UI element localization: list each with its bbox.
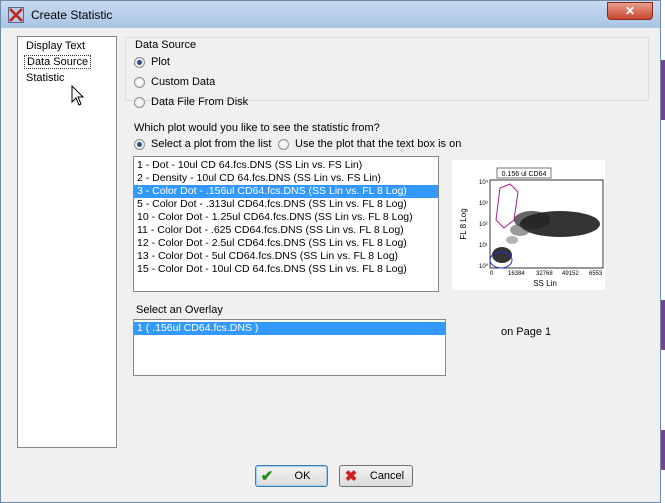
- radio-use-textbox-plot-label: Use the plot that the text box is on: [295, 138, 462, 150]
- preview-title: 0.156 ul CD64: [502, 171, 547, 178]
- plot-list-item[interactable]: 2 - Density - 10ul CD 64.fcs.DNS (SS Lin…: [134, 172, 438, 185]
- dialog-body: Display Text Data Source Statistic Data …: [9, 29, 654, 497]
- radio-select-from-list-label: Select a plot from the list: [151, 138, 272, 150]
- checkmark-icon: ✔: [260, 468, 274, 485]
- background-stripe: [661, 300, 665, 350]
- x-axis-label: SS Lin: [533, 279, 557, 288]
- y-tick-label: 10⁴: [479, 179, 489, 186]
- radio-custom-data-label: Custom Data: [151, 76, 216, 88]
- y-tick-label: 10¹: [479, 243, 488, 249]
- x-tick-label: 0: [490, 271, 494, 277]
- close-button[interactable]: ✕: [607, 2, 653, 20]
- x-tick-label: 32768: [536, 271, 553, 277]
- y-tick-label: 10³: [479, 201, 488, 207]
- close-icon: ✕: [624, 4, 636, 18]
- title-bar[interactable]: Create Statistic ✕: [1, 1, 660, 28]
- plot-list-item[interactable]: 5 - Color Dot - .313ul CD64.fcs.DNS (SS …: [134, 198, 438, 211]
- plot-preview: 0.156 ul CD64 10⁴ 10³ 10² 10¹ 10⁰ 0 1638…: [452, 160, 605, 290]
- radio-data-file-indicator[interactable]: [134, 96, 145, 108]
- cancel-button-label: Cancel: [369, 470, 405, 482]
- radio-custom-data-indicator[interactable]: [134, 76, 145, 88]
- cancel-button[interactable]: ✖ Cancel: [339, 465, 413, 487]
- radio-select-from-list-indicator[interactable]: [134, 138, 145, 150]
- create-statistic-dialog: Create Statistic ✕ Display Text Data Sou…: [0, 0, 661, 503]
- window-title: Create Statistic: [31, 8, 113, 22]
- mouse-cursor-icon: [71, 85, 85, 106]
- data-source-group-title: Data Source: [134, 39, 198, 51]
- nav-item-statistic[interactable]: Statistic: [24, 72, 67, 84]
- radio-use-textbox-plot-indicator[interactable]: [278, 138, 289, 150]
- radio-plot-label: Plot: [151, 56, 170, 68]
- radio-custom-data[interactable]: Custom Data: [134, 76, 215, 88]
- plot-list-item[interactable]: 11 - Color Dot - .625 CD64.fcs.DNS (SS L…: [134, 224, 438, 237]
- overlay-label: Select an Overlay: [136, 304, 223, 316]
- radio-plot-indicator[interactable]: [134, 56, 145, 68]
- overlay-list[interactable]: 1 ( .156ul CD64.fcs.DNS ): [133, 319, 446, 376]
- plot-list-item[interactable]: 10 - Color Dot - 1.25ul CD64.fcs.DNS (SS…: [134, 211, 438, 224]
- overlay-list-item-selected[interactable]: 1 ( .156ul CD64.fcs.DNS ): [134, 322, 445, 335]
- radio-plot[interactable]: Plot: [134, 56, 170, 68]
- x-tick-label: 16384: [508, 271, 525, 277]
- y-axis-label: FL 8 Log: [459, 208, 468, 239]
- radio-use-textbox-plot[interactable]: Use the plot that the text box is on: [278, 138, 461, 150]
- radio-data-file[interactable]: Data File From Disk: [134, 96, 248, 108]
- radio-data-file-label: Data File From Disk: [151, 96, 249, 108]
- ok-button[interactable]: ✔ OK: [255, 465, 328, 487]
- plot-list-item[interactable]: 13 - Color Dot - 5ul CD64.fcs.DNS (SS Li…: [134, 250, 438, 263]
- nav-item-display-text[interactable]: Display Text: [24, 40, 87, 52]
- category-list: Display Text Data Source Statistic: [17, 36, 117, 448]
- cancel-x-icon: ✖: [344, 468, 358, 485]
- background-stripe: [661, 60, 665, 120]
- data-source-group: [125, 37, 649, 101]
- page-note: on Page 1: [501, 326, 552, 338]
- y-tick-label: 10²: [479, 222, 488, 228]
- plot-list-item[interactable]: 15 - Color Dot - 10ul CD 64.fcs.DNS (SS …: [134, 263, 438, 276]
- x-tick-label: 49152: [562, 271, 579, 277]
- plot-list[interactable]: 1 - Dot - 10ul CD 64.fcs.DNS (SS Lin vs.…: [133, 156, 439, 292]
- plot-question-label: Which plot would you like to see the sta…: [134, 122, 380, 134]
- ok-button-label: OK: [294, 470, 311, 482]
- radio-select-from-list[interactable]: Select a plot from the list: [134, 138, 271, 150]
- x-tick-label: 6553: [589, 271, 603, 277]
- nav-item-data-source[interactable]: Data Source: [24, 55, 92, 69]
- y-tick-label: 10⁰: [479, 263, 489, 270]
- app-icon: [8, 7, 24, 23]
- background-stripe: [661, 430, 665, 470]
- plot-list-item-selected[interactable]: 3 - Color Dot - .156ul CD64.fcs.DNS (SS …: [134, 185, 438, 198]
- plot-list-item[interactable]: 12 - Color Dot - 2.5ul CD64.fcs.DNS (SS …: [134, 237, 438, 250]
- preview-events: [492, 211, 600, 263]
- plot-list-item[interactable]: 1 - Dot - 10ul CD 64.fcs.DNS (SS Lin vs.…: [134, 159, 438, 172]
